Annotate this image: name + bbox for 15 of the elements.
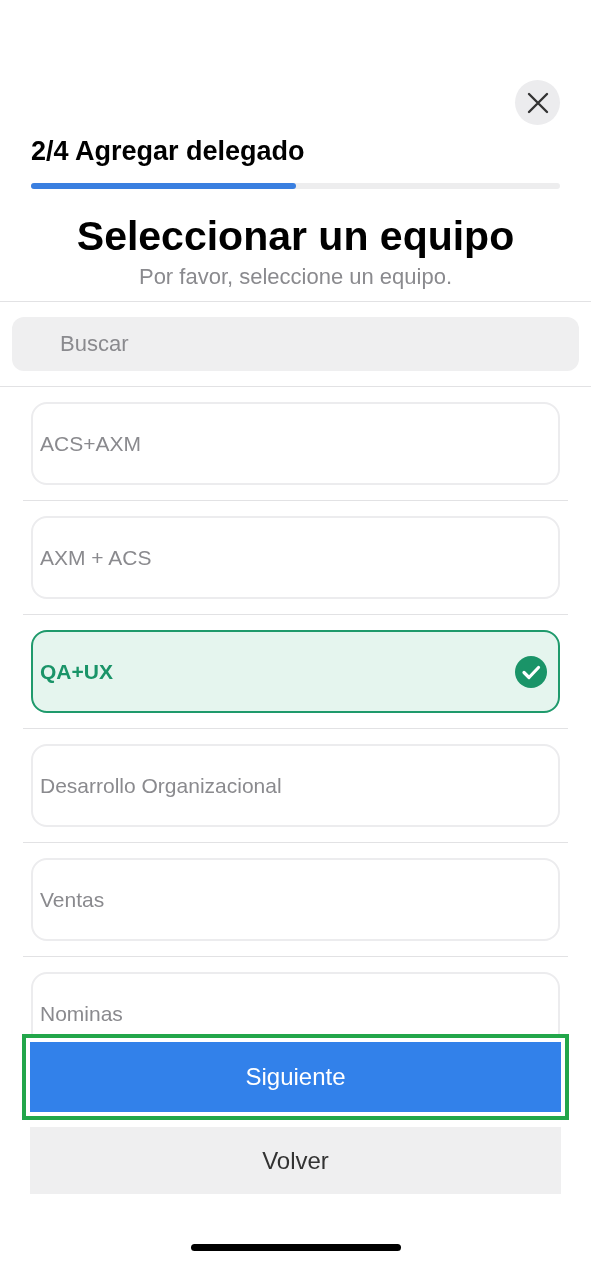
team-option[interactable]: AXM + ACS	[31, 516, 560, 599]
team-option[interactable]: Desarrollo Organizacional	[31, 744, 560, 827]
heading: Seleccionar un equipo	[75, 212, 516, 261]
team-option[interactable]: Ventas	[31, 858, 560, 941]
team-option[interactable]: QA+UX	[31, 630, 560, 713]
search-field[interactable]: Buscar	[12, 317, 579, 371]
close-button[interactable]	[515, 80, 560, 125]
team-option[interactable]: Nominas	[31, 972, 560, 1034]
step-title: 2/4 Agregar delegado	[31, 135, 306, 168]
subtitle: Por favor, seleccione un equipo.	[137, 263, 454, 291]
next-button[interactable]: Siguiente	[30, 1042, 561, 1112]
close-icon	[526, 91, 549, 114]
check-icon	[515, 655, 547, 688]
team-option[interactable]: ACS+AXM	[31, 402, 560, 485]
back-button[interactable]: Volver	[30, 1127, 561, 1194]
